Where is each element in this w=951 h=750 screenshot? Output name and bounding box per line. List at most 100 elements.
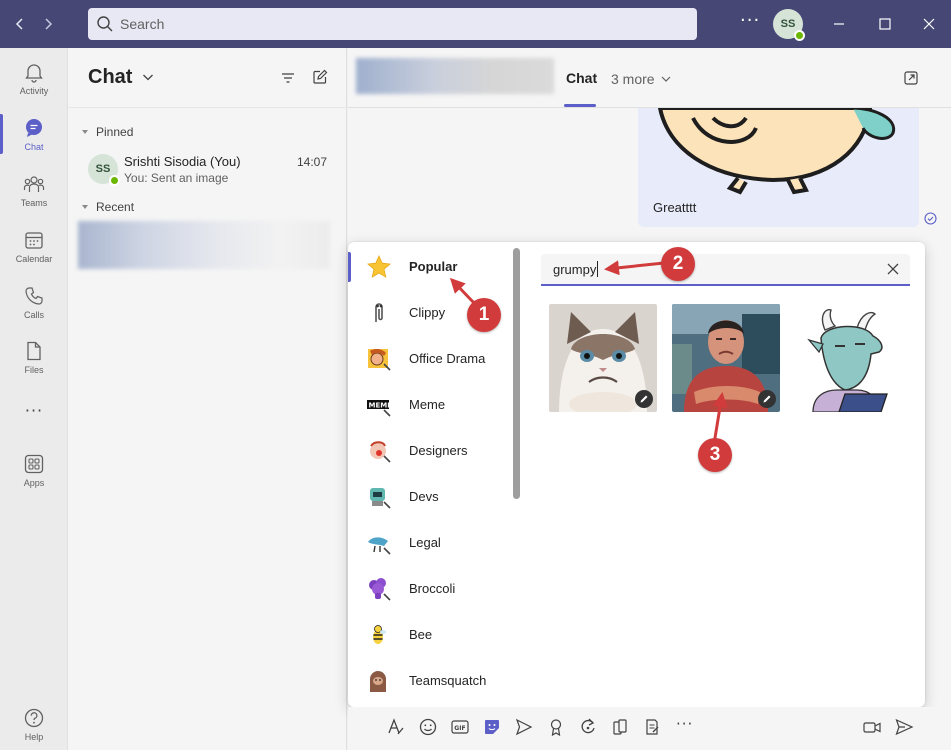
bee-icon bbox=[373, 625, 386, 644]
rail-item-help[interactable]: Help bbox=[0, 698, 68, 750]
file-icon bbox=[27, 341, 41, 360]
avatar: SS bbox=[88, 154, 120, 186]
format-icon[interactable] bbox=[386, 717, 406, 737]
rail-label-help: Help bbox=[24, 731, 44, 742]
sticker-icon[interactable] bbox=[482, 717, 502, 737]
rail-item-calls[interactable]: Calls bbox=[0, 276, 68, 328]
chat-header-avatar-blurred bbox=[356, 58, 554, 94]
search-box[interactable]: Search bbox=[88, 8, 697, 40]
rail-item-files[interactable]: Files bbox=[0, 331, 68, 383]
rail-item-calendar[interactable]: Calendar bbox=[0, 220, 68, 272]
sticker-category-legal[interactable]: Legal bbox=[348, 520, 513, 566]
approvals-icon[interactable] bbox=[642, 717, 662, 737]
chevron-down-icon[interactable] bbox=[141, 70, 155, 84]
search-placeholder: Search bbox=[120, 16, 165, 32]
search-icon bbox=[97, 16, 113, 32]
office-drama-icon bbox=[368, 348, 391, 371]
sticker-category-label: Designers bbox=[409, 443, 468, 458]
chevron-right-icon bbox=[45, 18, 53, 30]
chat-list-title[interactable]: Chat bbox=[88, 66, 132, 89]
calendar-icon bbox=[25, 231, 43, 249]
rail-item-teams[interactable]: Teams bbox=[0, 164, 68, 216]
attach-files-icon[interactable] bbox=[610, 717, 630, 737]
compose-toolbar: GIF ··· bbox=[348, 707, 951, 750]
sticker-category-meme[interactable]: MEME Meme bbox=[348, 382, 513, 428]
sticker-result-grumpy-cat[interactable] bbox=[549, 304, 657, 412]
close-icon bbox=[923, 18, 935, 30]
sticker-category-label: Office Drama bbox=[409, 351, 486, 366]
rail-label-teams: Teams bbox=[20, 197, 48, 208]
new-chat-icon[interactable] bbox=[312, 69, 328, 85]
back-button[interactable] bbox=[8, 12, 32, 36]
title-bar: Search ··· SS bbox=[0, 0, 951, 48]
tab-chat[interactable]: Chat bbox=[566, 70, 597, 86]
clippy-icon bbox=[375, 303, 383, 322]
more-options-button[interactable]: ··· bbox=[740, 10, 760, 31]
message-text: Greatttt bbox=[653, 200, 697, 215]
filter-icon[interactable] bbox=[280, 70, 296, 86]
sticker-category-broccoli[interactable]: Broccoli bbox=[348, 566, 513, 612]
sticker-category-bee[interactable]: Bee bbox=[348, 612, 513, 658]
user-avatar[interactable]: SS bbox=[773, 9, 805, 41]
designers-icon bbox=[370, 441, 391, 463]
minimize-button[interactable] bbox=[827, 12, 851, 36]
sticker-category-label: Devs bbox=[409, 489, 439, 504]
svg-text:MEME: MEME bbox=[369, 402, 393, 410]
more-actions-button[interactable]: ··· bbox=[676, 715, 696, 735]
maximize-button[interactable] bbox=[873, 12, 897, 36]
presence-available-icon bbox=[109, 175, 120, 186]
sticker-category-office-drama[interactable]: Office Drama bbox=[348, 336, 513, 382]
sticker-category-label: Popular bbox=[409, 259, 458, 274]
forward-button[interactable] bbox=[36, 12, 60, 36]
rail-item-activity[interactable]: Activity bbox=[0, 52, 68, 104]
star-icon bbox=[367, 255, 391, 278]
emoji-icon[interactable] bbox=[418, 717, 438, 737]
rail-label-calls: Calls bbox=[23, 309, 44, 320]
rail-item-apps[interactable]: Apps bbox=[0, 444, 68, 496]
rail-item-more[interactable]: ··· bbox=[0, 384, 68, 436]
bell-icon bbox=[25, 63, 43, 83]
recent-section-header[interactable]: Recent bbox=[80, 200, 134, 214]
sticker-result-grumpy-goat[interactable] bbox=[795, 304, 903, 412]
rail-item-chat[interactable]: Chat bbox=[0, 108, 68, 160]
praise-icon[interactable] bbox=[546, 717, 566, 737]
tab-more[interactable]: 3 more bbox=[611, 71, 672, 87]
pencil-icon bbox=[640, 395, 648, 403]
sticker-search-input[interactable]: grumpy bbox=[541, 254, 910, 286]
sticker-category-devs[interactable]: Devs bbox=[348, 474, 513, 520]
edit-sticker-button[interactable] bbox=[758, 390, 776, 408]
read-receipt-icon bbox=[924, 212, 937, 225]
gif-icon[interactable]: GIF bbox=[450, 717, 470, 737]
close-button[interactable] bbox=[917, 12, 941, 36]
sticker-category-label: Broccoli bbox=[409, 581, 456, 596]
broccoli-icon bbox=[369, 578, 391, 601]
clear-search-icon[interactable] bbox=[886, 262, 900, 276]
meet-now-icon[interactable] bbox=[862, 717, 882, 737]
chat-item-pinned[interactable]: SS Srishti Sisodia (You) 14:07 You: Sent… bbox=[78, 146, 343, 192]
sticker-category-label: Clippy bbox=[409, 305, 446, 320]
sticker-category-popular[interactable]: Popular bbox=[348, 244, 513, 290]
sticker-image bbox=[657, 108, 896, 195]
minimize-icon bbox=[834, 23, 844, 25]
chat-icon bbox=[26, 118, 42, 137]
message-bubble[interactable]: Greatttt bbox=[638, 108, 919, 227]
collapse-triangle-icon bbox=[82, 130, 88, 134]
sticker-picker: Popular Clippy Office Drama MEME Meme De… bbox=[348, 242, 925, 707]
rail-label-apps: Apps bbox=[23, 477, 45, 488]
chat-item-name: Srishti Sisodia (You) bbox=[124, 154, 241, 169]
loop-icon[interactable] bbox=[578, 717, 598, 737]
legal-icon bbox=[368, 537, 391, 555]
sticker-category-label: Meme bbox=[409, 397, 446, 412]
edit-sticker-button[interactable] bbox=[635, 390, 653, 408]
rail-label-files: Files bbox=[24, 364, 44, 375]
category-scrollbar[interactable] bbox=[513, 248, 520, 499]
pop-out-icon[interactable] bbox=[903, 70, 919, 86]
chat-item-recent-blurred[interactable] bbox=[78, 221, 330, 269]
more-icon: ··· bbox=[24, 400, 44, 420]
sticker-result-grumpy-man[interactable] bbox=[672, 304, 780, 412]
sticker-category-teamsquatch[interactable]: Teamsquatch bbox=[348, 658, 513, 704]
sticker-category-designers[interactable]: Designers bbox=[348, 428, 513, 474]
schedule-send-icon[interactable] bbox=[514, 717, 534, 737]
send-icon[interactable] bbox=[894, 717, 914, 737]
pinned-section-header[interactable]: Pinned bbox=[80, 125, 133, 139]
